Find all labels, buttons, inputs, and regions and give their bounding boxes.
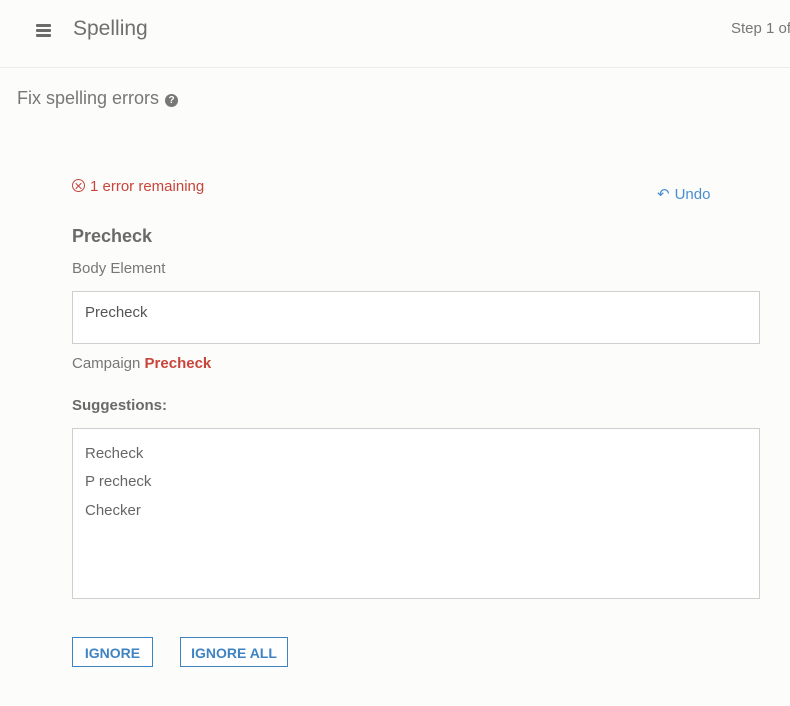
context-prefix: Campaign bbox=[72, 355, 141, 372]
suggestion-item[interactable]: Checker bbox=[85, 502, 141, 519]
element-label: Body Element bbox=[72, 260, 166, 277]
suggestion-item[interactable]: P recheck bbox=[85, 473, 151, 490]
error-status-text: 1 error remaining bbox=[90, 178, 205, 195]
undo-label: Undo bbox=[674, 186, 711, 203]
ignore-button[interactable]: IGNORE bbox=[72, 637, 153, 667]
suggestion-item[interactable]: Recheck bbox=[85, 445, 143, 462]
error-circle-icon bbox=[72, 179, 85, 192]
word-edit-field-text: Precheck bbox=[85, 304, 148, 321]
undo-icon: ↶ bbox=[657, 186, 670, 203]
word-edit-field[interactable]: Precheck bbox=[72, 291, 760, 344]
misspelled-word-heading: Precheck bbox=[72, 226, 153, 246]
context-misspelled-word: Precheck bbox=[144, 355, 212, 372]
step-indicator: Step 1 of bbox=[731, 20, 790, 37]
suggestions-label: Suggestions: bbox=[72, 397, 168, 414]
context-line: Campaign Precheck bbox=[72, 355, 211, 372]
ignore-all-button[interactable]: IGNORE ALL bbox=[180, 637, 288, 667]
page-title: Spelling bbox=[73, 17, 148, 40]
hamburger-menu-icon[interactable] bbox=[36, 24, 51, 37]
error-status: 1 error remaining bbox=[72, 178, 204, 195]
help-icon[interactable]: ? bbox=[165, 94, 178, 107]
suggestions-list: Recheck P recheck Checker bbox=[72, 428, 760, 599]
undo-button[interactable]: ↶ Undo bbox=[657, 185, 710, 203]
top-bar: Spelling Step 1 of bbox=[0, 0, 790, 68]
section-title: Fix spelling errors bbox=[17, 88, 160, 108]
